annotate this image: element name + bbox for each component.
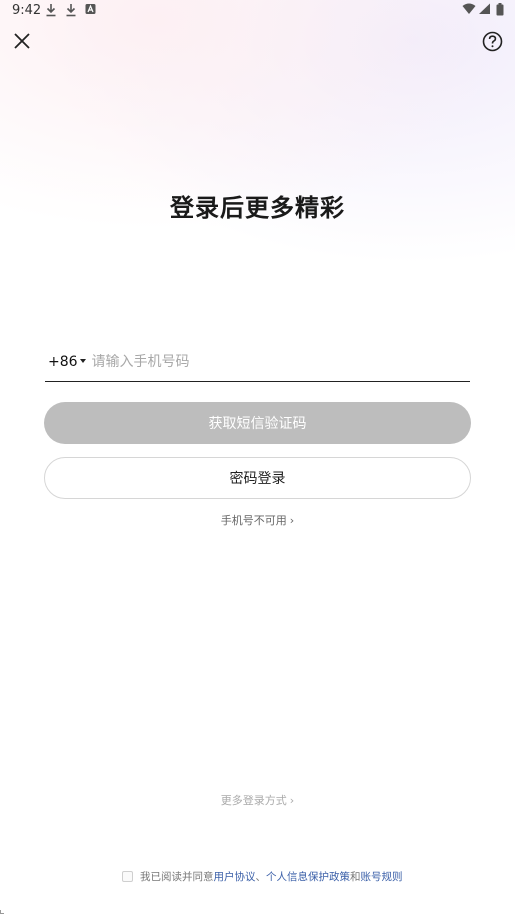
country-code-label: +86	[48, 353, 78, 370]
more-login-label: 更多登录方式	[220, 794, 287, 807]
help-circle-icon	[482, 31, 503, 52]
status-time: 9:42	[12, 3, 42, 18]
chevron-right-icon: ›	[289, 794, 295, 807]
wifi-icon	[462, 3, 476, 14]
signal-icon	[479, 3, 490, 14]
status-bar: 9:42	[0, 0, 515, 22]
password-login-button[interactable]: 密码登录	[44, 457, 471, 499]
account-rules-link[interactable]: 账号规则	[361, 869, 403, 884]
phone-number-input[interactable]	[91, 353, 470, 370]
download-icon	[46, 4, 56, 17]
country-code-selector[interactable]: +86	[45, 354, 86, 370]
battery-icon	[496, 3, 504, 16]
phone-unavailable-label: 手机号不可用	[220, 514, 287, 527]
page-title: 登录后更多精彩	[170, 194, 345, 222]
close-button[interactable]	[11, 30, 33, 52]
agreement-row: 我已阅读并同意 用户协议 、 个人信息保护政策 和 账号规则	[122, 868, 403, 884]
help-button[interactable]	[482, 31, 503, 52]
more-login-options-link[interactable]: 更多登录方式 ›	[0, 792, 515, 808]
agreement-checkbox[interactable]	[122, 870, 133, 882]
close-icon	[14, 33, 30, 49]
corner-mark	[0, 910, 4, 914]
download-icon	[66, 4, 76, 17]
phone-input-row: +86	[45, 342, 470, 382]
chevron-right-icon: ›	[289, 514, 295, 527]
agreement-and: 和	[350, 870, 361, 883]
phone-unavailable-link[interactable]: 手机号不可用 ›	[0, 512, 515, 528]
agreement-prefix: 我已阅读并同意	[140, 870, 214, 883]
agreement-separator: 、	[255, 870, 267, 883]
get-sms-code-button[interactable]: 获取短信验证码	[44, 402, 471, 444]
user-agreement-link[interactable]: 用户协议	[214, 869, 256, 884]
privacy-policy-link[interactable]: 个人信息保护政策	[266, 869, 350, 884]
caret-down-icon	[79, 358, 86, 363]
app-notification-icon	[85, 4, 96, 14]
